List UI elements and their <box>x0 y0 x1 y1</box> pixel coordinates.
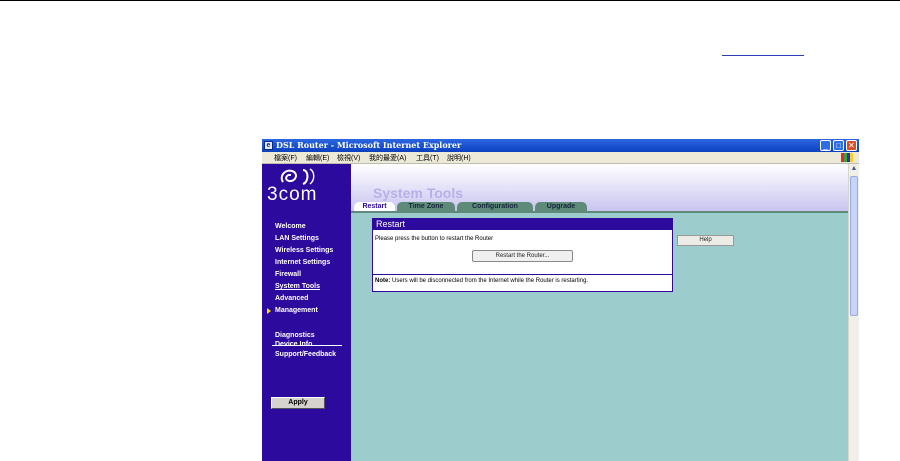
menu-help[interactable]: 說明(H) <box>447 153 471 163</box>
close-button[interactable]: ✕ <box>846 140 857 151</box>
panel-title: Restart <box>373 219 672 230</box>
sidebar-item-internet-settings[interactable]: Internet Settings <box>275 259 330 266</box>
menu-file[interactable]: 檔案(F) <box>274 153 297 163</box>
window-title: DSL Router - Microsoft Internet Explorer <box>276 140 462 150</box>
tab-configuration[interactable]: Configuration <box>457 202 533 211</box>
sidebar-item-support-feedback[interactable]: Support/Feedback <box>275 351 336 358</box>
menu-edit[interactable]: 編輯(E) <box>306 153 329 163</box>
help-button[interactable]: Help <box>677 235 734 246</box>
restart-router-button[interactable]: Restart the Router... <box>472 250 573 262</box>
sidebar-item-wireless-settings[interactable]: Wireless Settings <box>275 247 333 254</box>
ie-app-icon: e <box>264 141 273 150</box>
menu-view[interactable]: 檢視(V) <box>337 153 360 163</box>
sidebar-item-advanced[interactable]: Advanced <box>275 295 308 302</box>
scroll-up-icon[interactable]: ▲ <box>849 164 859 174</box>
tab-bar: Restart Time Zone Configuration Upgrade <box>351 202 848 211</box>
tab-upgrade[interactable]: Upgrade <box>535 202 587 211</box>
sidebar-item-device-info[interactable]: Device Info <box>275 341 312 348</box>
note-label: Note: <box>375 278 391 284</box>
windows-flag-icon <box>841 153 853 162</box>
page-title: System Tools <box>373 185 463 201</box>
scroll-thumb[interactable] <box>850 176 858 316</box>
sidebar-item-system-tools[interactable]: System Tools <box>275 283 320 290</box>
sidebar-nav: 3com Welcome LAN Settings Wireless Setti… <box>262 164 351 461</box>
content-header: System Tools Restart Time Zone Configura… <box>351 164 848 211</box>
active-arrow-icon <box>267 308 271 314</box>
page-top-rule <box>0 0 900 1</box>
sidebar-item-lan-settings[interactable]: LAN Settings <box>275 235 319 242</box>
sidebar-item-firewall[interactable]: Firewall <box>275 271 301 278</box>
vertical-scrollbar[interactable]: ▲ <box>848 164 859 461</box>
sidebar-item-diagnostics[interactable]: Diagnostics <box>275 332 315 339</box>
menu-favorites[interactable]: 我的最愛(A) <box>369 153 406 163</box>
sidebar-item-welcome[interactable]: Welcome <box>275 223 306 230</box>
tab-restart[interactable]: Restart <box>354 202 395 211</box>
brand-logo-text: 3com <box>267 184 318 205</box>
document-hyperlink[interactable] <box>722 55 804 56</box>
restart-note: Note: Users will be disconnected from th… <box>375 278 588 284</box>
panel-divider <box>373 274 672 275</box>
sidebar-item-management[interactable]: Management <box>275 307 318 314</box>
restart-panel: Restart Please press the button to resta… <box>372 218 673 292</box>
restart-instruction: Please press the button to restart the R… <box>375 236 494 242</box>
menu-bar: 檔案(F) 編輯(E) 檢視(V) 我的最愛(A) 工具(T) 說明(H) <box>262 152 859 164</box>
title-bar: e DSL Router - Microsoft Internet Explor… <box>262 139 859 152</box>
tab-underline <box>351 211 848 213</box>
browser-window: e DSL Router - Microsoft Internet Explor… <box>262 139 859 461</box>
tab-time-zone[interactable]: Time Zone <box>397 202 455 211</box>
menu-tools[interactable]: 工具(T) <box>416 153 439 163</box>
apply-button[interactable]: Apply <box>271 397 325 409</box>
maximize-button[interactable]: □ <box>833 140 844 151</box>
minimize-button[interactable]: _ <box>820 140 831 151</box>
note-text: Users will be disconnected from the Inte… <box>390 278 589 284</box>
